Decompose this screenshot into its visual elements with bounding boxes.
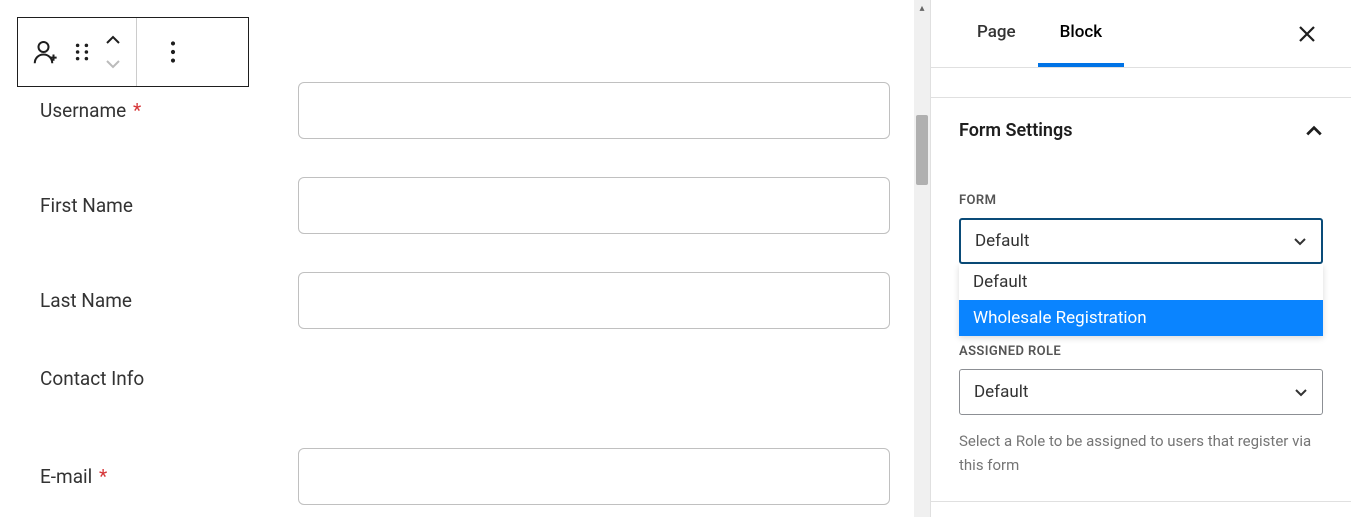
panel-body: FORM Default Default Wholesale Registrat… [931, 193, 1351, 501]
scrollbar[interactable]: ▴ [914, 0, 930, 517]
panel-toggle[interactable]: Form Settings [931, 98, 1351, 163]
more-options-button[interactable] [143, 30, 203, 74]
form-select[interactable]: Default [959, 218, 1323, 264]
panel-spacer [931, 68, 1351, 98]
close-icon [1297, 24, 1317, 44]
tab-page[interactable]: Page [955, 0, 1038, 67]
role-select-wrap: Default [959, 369, 1323, 415]
firstname-input[interactable] [298, 177, 890, 234]
required-asterisk: * [133, 99, 141, 122]
role-select[interactable]: Default [959, 369, 1323, 415]
block-type-button[interactable] [24, 30, 68, 74]
close-sidebar-button[interactable] [1291, 18, 1323, 50]
chevron-up-icon [105, 35, 121, 45]
username-input[interactable] [298, 82, 890, 139]
panel-title: Form Settings [959, 120, 1072, 141]
more-vertical-icon [170, 41, 176, 63]
form-row-firstname: First Name [40, 177, 890, 234]
lastname-input[interactable] [298, 272, 890, 329]
scrollbar-thumb[interactable] [916, 115, 928, 185]
form-row-lastname: Last Name [40, 272, 890, 329]
form-select-dropdown: Default Wholesale Registration [959, 264, 1323, 336]
scrollbar-up-arrow[interactable]: ▴ [914, 0, 930, 16]
role-select-value: Default [974, 382, 1028, 402]
drag-handle-button[interactable] [68, 30, 96, 74]
required-asterisk: * [99, 465, 107, 488]
chevron-down-icon [1293, 237, 1307, 246]
settings-sidebar: Page Block Form Settings FORM Default De… [931, 0, 1351, 517]
move-down-button[interactable] [96, 52, 130, 76]
form-select-value: Default [975, 231, 1029, 251]
field-label: Username * [40, 99, 298, 122]
role-help-text: Select a Role to be assigned to users th… [959, 429, 1323, 477]
drag-icon [74, 41, 90, 63]
user-add-icon [31, 37, 61, 67]
block-toolbar [17, 17, 249, 87]
dropdown-option-wholesale[interactable]: Wholesale Registration [959, 300, 1323, 336]
form-row-email: E-mail * [40, 448, 890, 505]
field-label: Last Name [40, 289, 298, 312]
field-label: E-mail * [40, 465, 298, 488]
form-select-label: FORM [959, 193, 1323, 208]
field-label: First Name [40, 194, 298, 217]
tab-block[interactable]: Block [1038, 0, 1124, 67]
email-input[interactable] [298, 448, 890, 505]
chevron-down-icon [1294, 388, 1308, 397]
form-settings-panel: Form Settings FORM Default Default Whole… [931, 98, 1351, 502]
editor-pane: Username * First Name Last Name Contact … [0, 0, 931, 517]
form-row-username: Username * [40, 82, 890, 139]
chevron-up-icon [1305, 125, 1323, 137]
role-select-label: ASSIGNED ROLE [959, 344, 1323, 359]
sidebar-tabs: Page Block [931, 0, 1351, 68]
dropdown-option-default[interactable]: Default [959, 264, 1323, 300]
chevron-down-icon [105, 59, 121, 69]
move-up-button[interactable] [96, 28, 130, 52]
section-heading: Contact Info [40, 367, 298, 390]
form-select-wrap: Default Default Wholesale Registration [959, 218, 1323, 264]
